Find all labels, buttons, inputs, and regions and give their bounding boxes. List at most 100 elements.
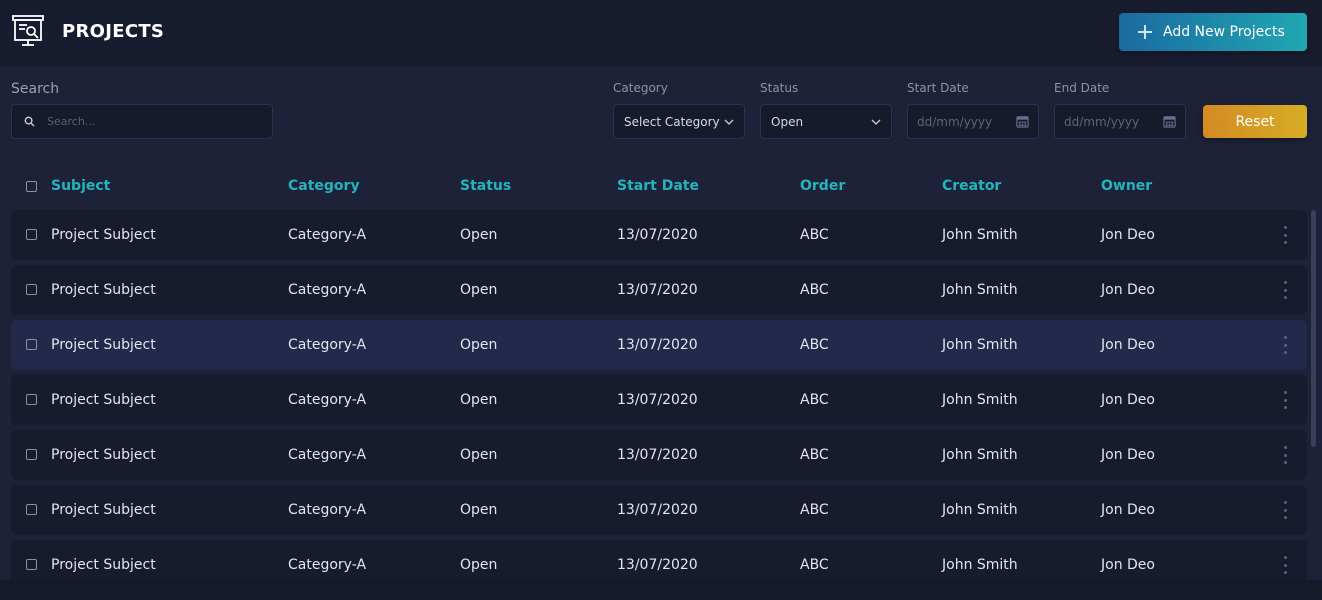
row-checkbox[interactable] xyxy=(26,559,37,570)
column-header-creator[interactable]: Creator xyxy=(942,178,1001,194)
cell-creator: John Smith xyxy=(942,337,1018,353)
cell-start-date: 13/07/2020 xyxy=(617,282,698,298)
start-date-label: Start Date xyxy=(907,81,969,95)
cell-status: Open xyxy=(460,502,498,518)
chevron-down-icon xyxy=(871,119,881,125)
cell-subject: Project Subject xyxy=(51,447,156,463)
start-date-input[interactable]: dd/mm/yyyy xyxy=(907,104,1039,139)
row-checkbox[interactable] xyxy=(26,504,37,515)
cell-status: Open xyxy=(460,392,498,408)
bottom-edge xyxy=(0,580,1322,600)
column-header-status[interactable]: Status xyxy=(460,178,511,194)
table-row[interactable]: Project Subject Category-A Open 13/07/20… xyxy=(11,210,1307,260)
end-date-label: End Date xyxy=(1054,81,1110,95)
cell-category: Category-A xyxy=(288,557,367,573)
calendar-icon[interactable] xyxy=(1163,115,1176,128)
table-row[interactable]: Project Subject Category-A Open 13/07/20… xyxy=(11,540,1307,580)
search-field[interactable] xyxy=(11,104,273,139)
column-header-category[interactable]: Category xyxy=(288,178,360,194)
cell-creator: John Smith xyxy=(942,557,1018,573)
top-bar: PROJECTS Add New Projects xyxy=(0,0,1322,66)
cell-category: Category-A xyxy=(288,502,367,518)
add-new-projects-label: Add New Projects xyxy=(1163,24,1285,40)
cell-order: ABC xyxy=(800,392,829,408)
cell-order: ABC xyxy=(800,282,829,298)
cell-start-date: 13/07/2020 xyxy=(617,392,698,408)
table-header: Subject Category Status Start Date Order… xyxy=(11,172,1307,202)
cell-start-date: 13/07/2020 xyxy=(617,337,698,353)
category-select-value: Select Category xyxy=(624,114,720,129)
table-row[interactable]: Project Subject Category-A Open 13/07/20… xyxy=(11,265,1307,315)
more-vertical-icon[interactable] xyxy=(1281,226,1289,244)
cell-order: ABC xyxy=(800,337,829,353)
search-icon xyxy=(24,116,35,127)
table-row[interactable]: Project Subject Category-A Open 13/07/20… xyxy=(11,430,1307,480)
cell-owner: Jon Deo xyxy=(1101,227,1155,243)
more-vertical-icon[interactable] xyxy=(1281,281,1289,299)
page-title: PROJECTS xyxy=(62,21,165,42)
row-checkbox[interactable] xyxy=(26,394,37,405)
reset-button[interactable]: Reset xyxy=(1203,105,1307,138)
more-vertical-icon[interactable] xyxy=(1281,391,1289,409)
status-select[interactable]: Open xyxy=(760,104,892,139)
category-label: Category xyxy=(613,81,668,95)
cell-creator: John Smith xyxy=(942,282,1018,298)
projects-board-icon xyxy=(12,15,44,46)
category-select[interactable]: Select Category xyxy=(613,104,745,139)
cell-order: ABC xyxy=(800,502,829,518)
table-row[interactable]: Project Subject Category-A Open 13/07/20… xyxy=(11,485,1307,535)
select-all-checkbox[interactable] xyxy=(26,181,37,192)
chevron-down-icon xyxy=(724,119,734,125)
cell-start-date: 13/07/2020 xyxy=(617,557,698,573)
cell-creator: John Smith xyxy=(942,227,1018,243)
table-scrollbar[interactable] xyxy=(1311,210,1316,447)
cell-start-date: 13/07/2020 xyxy=(617,447,698,463)
search-input[interactable] xyxy=(47,115,247,128)
row-checkbox[interactable] xyxy=(26,339,37,350)
row-checkbox[interactable] xyxy=(26,284,37,295)
calendar-icon[interactable] xyxy=(1016,115,1029,128)
more-vertical-icon[interactable] xyxy=(1281,501,1289,519)
column-header-subject[interactable]: Subject xyxy=(51,178,110,194)
cell-subject: Project Subject xyxy=(51,392,156,408)
more-vertical-icon[interactable] xyxy=(1281,336,1289,354)
row-checkbox[interactable] xyxy=(26,229,37,240)
cell-owner: Jon Deo xyxy=(1101,447,1155,463)
cell-subject: Project Subject xyxy=(51,282,156,298)
cell-creator: John Smith xyxy=(942,392,1018,408)
cell-status: Open xyxy=(460,557,498,573)
cell-owner: Jon Deo xyxy=(1101,282,1155,298)
cell-start-date: 13/07/2020 xyxy=(617,227,698,243)
column-header-start-date[interactable]: Start Date xyxy=(617,178,699,194)
cell-owner: Jon Deo xyxy=(1101,557,1155,573)
table-body: Project Subject Category-A Open 13/07/20… xyxy=(0,210,1322,580)
cell-subject: Project Subject xyxy=(51,557,156,573)
table-row[interactable]: Project Subject Category-A Open 13/07/20… xyxy=(11,375,1307,425)
more-vertical-icon[interactable] xyxy=(1281,446,1289,464)
cell-category: Category-A xyxy=(288,392,367,408)
column-header-order[interactable]: Order xyxy=(800,178,845,194)
search-label: Search xyxy=(11,81,60,97)
cell-subject: Project Subject xyxy=(51,337,156,353)
cell-start-date: 13/07/2020 xyxy=(617,502,698,518)
cell-subject: Project Subject xyxy=(51,502,156,518)
cell-category: Category-A xyxy=(288,337,367,353)
cell-status: Open xyxy=(460,447,498,463)
cell-category: Category-A xyxy=(288,227,367,243)
cell-order: ABC xyxy=(800,227,829,243)
column-header-owner[interactable]: Owner xyxy=(1101,178,1152,194)
more-vertical-icon[interactable] xyxy=(1281,556,1289,574)
add-new-projects-button[interactable]: Add New Projects xyxy=(1119,13,1307,51)
end-date-placeholder: dd/mm/yyyy xyxy=(1064,114,1140,129)
end-date-input[interactable]: dd/mm/yyyy xyxy=(1054,104,1186,139)
plus-icon xyxy=(1138,25,1152,39)
start-date-placeholder: dd/mm/yyyy xyxy=(917,114,993,129)
cell-owner: Jon Deo xyxy=(1101,392,1155,408)
cell-owner: Jon Deo xyxy=(1101,337,1155,353)
status-label: Status xyxy=(760,81,799,95)
cell-order: ABC xyxy=(800,447,829,463)
table-row[interactable]: Project Subject Category-A Open 13/07/20… xyxy=(11,320,1307,370)
cell-order: ABC xyxy=(800,557,829,573)
row-checkbox[interactable] xyxy=(26,449,37,460)
cell-subject: Project Subject xyxy=(51,227,156,243)
